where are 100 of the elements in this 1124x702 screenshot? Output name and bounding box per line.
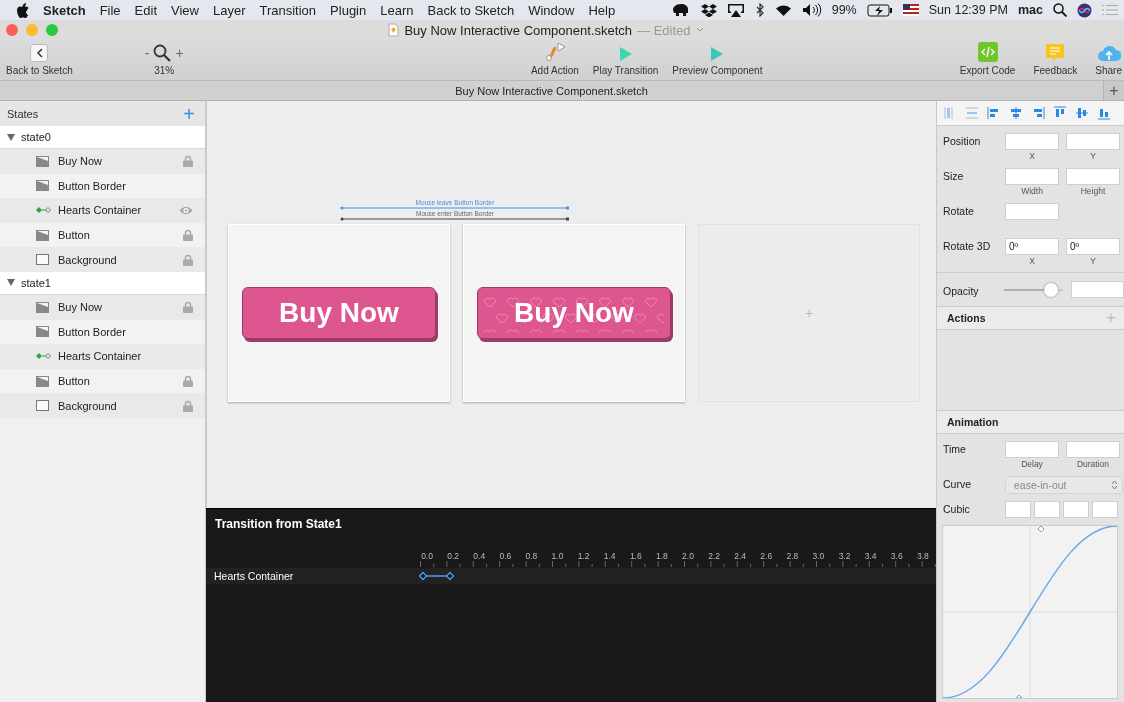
menu-item[interactable]: Layer (205, 2, 253, 18)
layer-name: Hearts Container (58, 350, 143, 363)
input-field[interactable] (1066, 133, 1120, 150)
input-field[interactable] (1063, 501, 1089, 518)
timeline-tick: 3.2 (837, 551, 852, 561)
airplay-icon[interactable] (726, 3, 745, 17)
chevron-icon[interactable] (695, 27, 704, 33)
app-menu[interactable]: Sketch (29, 2, 93, 18)
lock-icon[interactable] (183, 229, 193, 242)
layer-row[interactable]: Buy Now (0, 149, 205, 174)
state-row[interactable]: state0 (0, 126, 205, 149)
bezier-curve-graph[interactable] (942, 525, 1118, 699)
apple-icon[interactable] (16, 2, 29, 18)
disclosure-triangle-icon[interactable] (7, 133, 15, 141)
play-icon[interactable] (710, 46, 725, 62)
dropbox-icon[interactable] (700, 3, 717, 17)
menu-item[interactable]: Edit (127, 2, 164, 18)
input-field[interactable] (1005, 203, 1059, 220)
lock-icon[interactable] (183, 399, 193, 412)
align-bottom-icon[interactable] (1097, 106, 1111, 120)
timeline-tick: 0.6 (498, 551, 513, 561)
input-field[interactable] (1005, 133, 1059, 150)
add-action-label[interactable]: Add Action (530, 65, 579, 76)
speech-bubble-icon[interactable] (1046, 44, 1065, 62)
minimize-button[interactable] (26, 24, 38, 36)
align-right-icon[interactable] (1031, 106, 1045, 120)
elephant-icon[interactable] (670, 3, 691, 17)
timeline-tick: 0.4 (472, 551, 487, 561)
align-top-icon[interactable] (1053, 106, 1067, 120)
siri-icon[interactable] (1077, 2, 1092, 18)
state-row[interactable]: state1 (0, 271, 205, 295)
menubar-clock[interactable]: Sun 12:39 PM (928, 3, 1008, 17)
lock-icon[interactable] (183, 253, 193, 266)
input-field[interactable] (1034, 501, 1060, 518)
export-code-label[interactable]: Export Code (959, 65, 1016, 76)
input-field[interactable]: 0º (1066, 238, 1120, 255)
section-heading: Animation (947, 416, 999, 428)
battery-icon[interactable] (866, 3, 893, 17)
preview-component-label[interactable]: Preview Component (672, 65, 763, 76)
zoom-in-button[interactable]: + (175, 45, 184, 61)
play-transition-label[interactable]: Play Transition (592, 65, 659, 76)
slider-thumb[interactable] (1043, 282, 1058, 297)
input-field[interactable]: 0º (1005, 238, 1059, 255)
search-icon[interactable] (1053, 3, 1067, 17)
menu-item[interactable]: Plugin (323, 2, 374, 18)
menu-item[interactable]: Window (521, 2, 582, 18)
menu-item[interactable]: View (164, 2, 206, 18)
code-icon[interactable] (977, 42, 998, 62)
close-button[interactable] (6, 24, 18, 36)
feedback-label[interactable]: Feedback (1033, 65, 1078, 76)
zoom-icon[interactable] (153, 44, 172, 62)
eye-icon[interactable] (179, 206, 193, 215)
align-left-icon[interactable] (987, 106, 1001, 120)
zoom-out-button[interactable]: - (144, 45, 150, 61)
layer-row[interactable]: Buy Now (0, 294, 205, 320)
keyframe-bar[interactable] (419, 571, 455, 581)
cloud-upload-icon[interactable] (1096, 44, 1121, 62)
flag-icon[interactable] (902, 4, 919, 16)
back-label[interactable]: Back to Sketch (6, 65, 73, 76)
input-field[interactable] (1092, 501, 1118, 518)
menu-item[interactable]: File (92, 2, 128, 18)
layer-row[interactable]: Hearts Container (0, 344, 205, 369)
lock-icon[interactable] (183, 301, 193, 314)
back-button[interactable] (30, 44, 49, 62)
distribute-vertical-icon[interactable] (965, 106, 979, 120)
input-field[interactable] (1005, 501, 1031, 518)
input-field[interactable] (1066, 168, 1120, 185)
align-center-icon[interactable] (1009, 106, 1023, 120)
wifi-icon[interactable] (774, 3, 792, 17)
layer-row[interactable]: Hearts Container (0, 198, 205, 223)
disclosure-triangle-icon[interactable] (7, 279, 15, 287)
battery-percentage[interactable]: 99% (831, 3, 857, 17)
stepper-icon[interactable] (1111, 480, 1118, 490)
menu-item[interactable]: Transition (252, 2, 324, 18)
chevron-left-icon[interactable] (35, 48, 43, 58)
align-middle-icon[interactable] (1075, 106, 1089, 120)
add-tab-button[interactable]: + (1103, 81, 1124, 100)
opacity-slider[interactable] (1003, 282, 1063, 297)
bluetooth-icon[interactable] (754, 3, 765, 17)
menu-item[interactable]: Back to Sketch (420, 2, 522, 18)
document-tab[interactable]: Buy Now Interactive Component.sketch (0, 84, 1103, 97)
zoom-button[interactable] (46, 24, 58, 36)
play-icon[interactable] (618, 46, 633, 62)
input-field[interactable] (1005, 441, 1059, 458)
field-caption: Y (1090, 256, 1096, 266)
lock-icon[interactable] (183, 375, 193, 388)
share-label[interactable]: Share (1095, 65, 1122, 76)
input-field[interactable] (1066, 441, 1120, 458)
input-field[interactable] (1070, 281, 1124, 298)
lock-icon[interactable] (183, 155, 193, 168)
menu-item[interactable]: Learn (373, 2, 421, 18)
input-field[interactable] (1005, 168, 1059, 185)
layer-row[interactable]: Background (0, 393, 205, 418)
user-name[interactable]: mac (1017, 3, 1043, 17)
layer-name: Buy Now (58, 155, 104, 168)
notification-list-icon[interactable] (1102, 4, 1118, 16)
layer-row[interactable]: Background (0, 247, 205, 272)
volume-icon[interactable] (801, 3, 822, 17)
menu-item[interactable]: Help (581, 2, 623, 18)
add-action-icon[interactable] (543, 42, 566, 62)
